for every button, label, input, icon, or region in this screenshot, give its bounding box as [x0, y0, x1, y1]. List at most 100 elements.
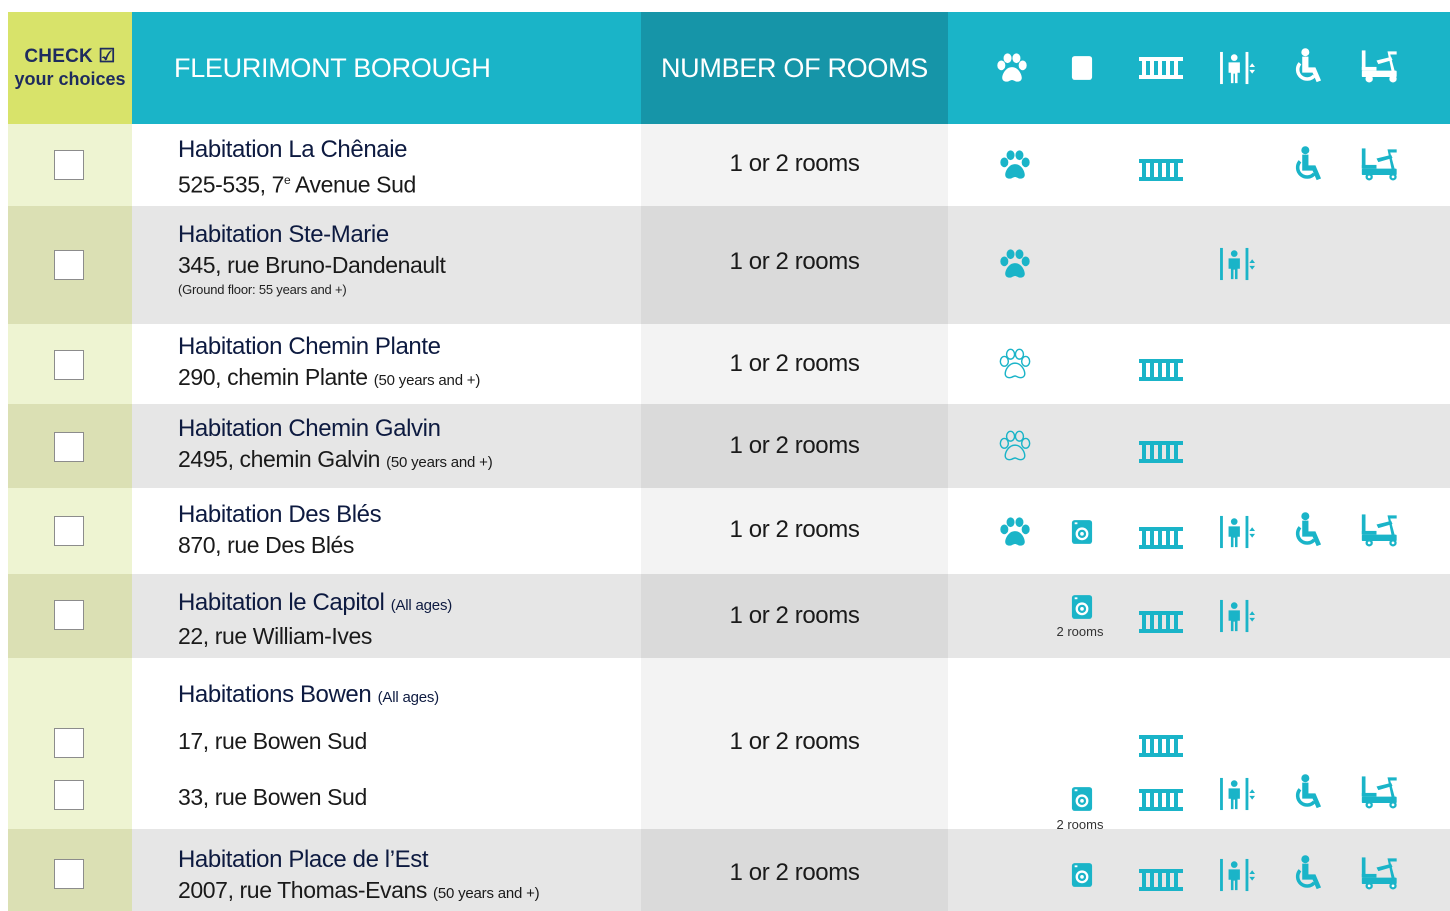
- address-text: 290, chemin Plante: [178, 364, 368, 390]
- check-header-subtitle: your choices: [14, 69, 126, 89]
- wheelchair-icon: [1286, 774, 1330, 810]
- features-cell: [948, 124, 1450, 206]
- rooms-value: 1 or 2 rooms: [729, 859, 860, 886]
- mobility-scooter-icon: [1360, 774, 1404, 810]
- check-header-title: CHECK ☑: [24, 46, 116, 67]
- features-cell: [948, 206, 1450, 324]
- row-checkbox[interactable]: [54, 859, 84, 889]
- housing-address: 2495, chemin Galvin (50 years and +): [178, 444, 493, 478]
- address-text-end: Avenue Sud: [290, 171, 416, 198]
- features-cell: 2 rooms: [948, 658, 1450, 832]
- housing-name: Habitation Chemin Galvin: [178, 415, 441, 442]
- balcony-icon: [1139, 604, 1183, 640]
- check-header: CHECK ☑ your choices: [8, 12, 132, 124]
- rooms-value: 1 or 2 rooms: [729, 350, 860, 377]
- features-cell: 2 rooms: [948, 574, 1450, 658]
- elevator-icon: [1216, 514, 1260, 550]
- features-cell: [948, 829, 1450, 911]
- table-row: Habitations Bowen (All ages) 17, rue Bow…: [8, 658, 1450, 832]
- washer-icon: [1060, 514, 1104, 550]
- wheelchair-icon: [1286, 48, 1330, 84]
- washer-icon: [1060, 857, 1104, 893]
- rooms-cell: 1 or 2 rooms: [641, 658, 948, 829]
- table-row: Habitation Chemin Galvin 2495, chemin Ga…: [8, 404, 1450, 488]
- housing-address: 870, rue Des Blés: [178, 532, 355, 558]
- features-cell: [948, 404, 1450, 488]
- check-cell: [8, 124, 132, 206]
- housing-name: Habitation le Capitol (All ages): [178, 588, 452, 621]
- wheelchair-icon: [1286, 512, 1330, 548]
- borough-title: FLEURIMONT BOROUGH: [174, 52, 491, 83]
- table-row: Habitation La Chênaie 525-535, 7e Avenue…: [8, 124, 1450, 206]
- housing-address: 2007, rue Thomas-Evans (50 years and +): [178, 875, 540, 909]
- rooms-value: 1 or 2 rooms: [729, 602, 860, 629]
- housing-name: Habitation La Chênaie: [178, 136, 408, 163]
- rooms-header: NUMBER OF ROOMS: [641, 12, 948, 124]
- elevator-icon: [1216, 50, 1260, 86]
- housing-name: Habitation Ste-Marie: [178, 221, 389, 248]
- rooms-value: 1 or 2 rooms: [729, 728, 860, 755]
- table-header: CHECK ☑ your choices FLEURIMONT BOROUGH …: [8, 12, 1450, 124]
- housing-address: 22, rue William-Ives: [178, 623, 372, 649]
- check-cell: [8, 206, 132, 324]
- paw-icon: [993, 246, 1037, 282]
- check-cell: [8, 404, 132, 488]
- washer-icon: [1060, 50, 1104, 86]
- housing-address: 345, rue Bruno-Dandenault: [178, 252, 446, 278]
- address-text: 2495, chemin Galvin: [178, 446, 381, 472]
- balcony-icon: [1139, 862, 1183, 898]
- housing-note: (Ground floor: 55 years and +): [178, 282, 347, 297]
- age-note: (50 years and +): [433, 885, 540, 902]
- rooms-cell: 1 or 2 rooms: [641, 829, 948, 911]
- elevator-icon: [1216, 776, 1260, 812]
- housing-name: Habitation Chemin Plante: [178, 333, 441, 360]
- housing-address: 33, rue Bowen Sud: [178, 784, 367, 810]
- check-cell: [8, 488, 132, 574]
- features-cell: [948, 488, 1450, 574]
- housing-address: 17, rue Bowen Sud: [178, 728, 367, 754]
- rooms-value: 1 or 2 rooms: [729, 432, 860, 459]
- row-checkbox[interactable]: [54, 780, 84, 810]
- age-note: (All ages): [390, 597, 453, 614]
- borough-header: FLEURIMONT BOROUGH: [132, 12, 641, 124]
- row-checkbox[interactable]: [54, 432, 84, 462]
- mobility-scooter-icon: [1360, 48, 1404, 84]
- housing-address: 290, chemin Plante (50 years and +): [178, 362, 480, 396]
- features-header: [948, 12, 1450, 124]
- check-cell: [8, 324, 132, 404]
- age-note: (50 years and +): [373, 372, 481, 389]
- balcony-icon: [1139, 782, 1183, 818]
- washer-icon: [1060, 592, 1104, 622]
- name-cell: Habitations Bowen (All ages) 17, rue Bow…: [132, 658, 641, 829]
- paw-outline-icon: [993, 428, 1037, 464]
- row-checkbox[interactable]: [54, 516, 84, 546]
- rooms-header-label: NUMBER OF ROOMS: [660, 52, 928, 83]
- elevator-icon: [1216, 857, 1260, 893]
- paw-icon: [990, 50, 1034, 86]
- age-note: (50 years and +): [386, 454, 493, 471]
- wheelchair-icon: [1286, 146, 1330, 182]
- mobility-scooter-icon: [1360, 512, 1404, 548]
- table-row: Habitation Des Blés 870, rue Des Blés 1 …: [8, 488, 1450, 574]
- name-cell: Habitation Chemin Galvin 2495, chemin Ga…: [132, 404, 641, 488]
- housing-address: 525-535, 7e Avenue Sud: [178, 165, 416, 200]
- name-text: Habitations Bowen: [178, 681, 372, 708]
- row-checkbox[interactable]: [54, 350, 84, 380]
- table-row: Habitation Chemin Plante 290, chemin Pla…: [8, 324, 1450, 404]
- rooms-value: 1 or 2 rooms: [729, 516, 860, 543]
- rooms-cell: 1 or 2 rooms: [641, 324, 948, 404]
- row-checkbox[interactable]: [54, 600, 84, 630]
- check-cell: [8, 829, 132, 911]
- balcony-icon: [1139, 50, 1183, 86]
- mobility-scooter-icon: [1360, 146, 1404, 182]
- row-checkbox[interactable]: [54, 728, 84, 758]
- age-note: (All ages): [377, 689, 440, 706]
- row-checkbox[interactable]: [54, 250, 84, 280]
- row-checkbox[interactable]: [54, 150, 84, 180]
- name-cell: Habitation La Chênaie 525-535, 7e Avenue…: [132, 124, 641, 206]
- balcony-icon: [1139, 152, 1183, 188]
- paw-icon: [993, 514, 1037, 550]
- housing-name: Habitation Place de l’Est: [178, 846, 429, 873]
- mobility-scooter-icon: [1360, 855, 1404, 891]
- name-cell: Habitation Chemin Plante 290, chemin Pla…: [132, 324, 641, 404]
